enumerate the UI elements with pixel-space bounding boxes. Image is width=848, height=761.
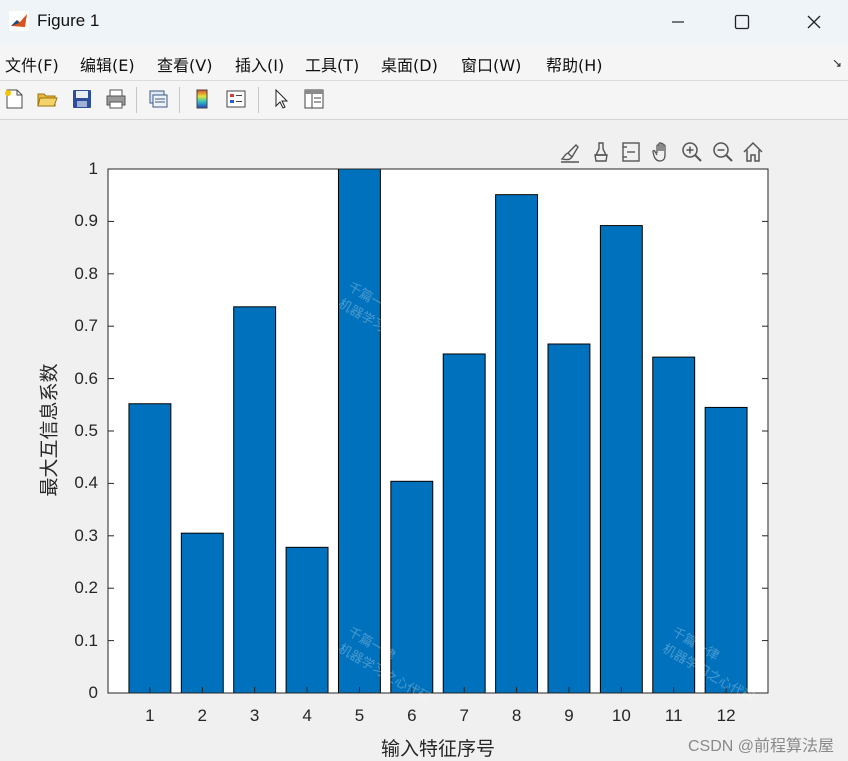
y-tick-label: 0.9 bbox=[74, 211, 98, 231]
x-tick-label: 10 bbox=[611, 706, 631, 725]
pan-icon bbox=[652, 142, 666, 162]
new-figure-button[interactable] bbox=[1, 86, 27, 112]
figure-toolbar bbox=[0, 81, 848, 120]
x-axis-label: 输入特征序号 bbox=[380, 738, 495, 760]
maximize-icon bbox=[734, 14, 750, 30]
toolbar-separator bbox=[258, 87, 259, 113]
watermark: 千篇一律 机器学习之心代码 bbox=[335, 280, 434, 362]
axes-box bbox=[107, 168, 769, 694]
zoom-out-icon bbox=[713, 142, 733, 162]
y-tick-label: 0.3 bbox=[74, 525, 98, 545]
menu-view[interactable]: 查看(V) bbox=[157, 52, 212, 76]
print-button[interactable] bbox=[103, 86, 129, 112]
link-plot-button[interactable] bbox=[145, 86, 171, 112]
bar-4 bbox=[285, 546, 329, 694]
colorbar-button[interactable] bbox=[189, 86, 215, 112]
menu-insert[interactable]: 插入(I) bbox=[235, 52, 284, 76]
property-inspector-icon bbox=[304, 89, 324, 109]
bar-3 bbox=[233, 306, 277, 694]
restore-view-button[interactable] bbox=[617, 138, 645, 166]
bar-1 bbox=[128, 403, 172, 694]
toolbar-separator bbox=[179, 87, 180, 113]
y-tick-label: 0.1 bbox=[74, 630, 98, 650]
open-file-icon bbox=[37, 93, 58, 107]
window-title: Figure 1 bbox=[37, 11, 100, 30]
credit-text: CSDN @前程算法屋 bbox=[687, 738, 834, 755]
y-axis-label: 最大互信息系数 bbox=[38, 363, 61, 497]
x-tick-label: 1 bbox=[145, 706, 155, 725]
new-figure-icon bbox=[5, 89, 23, 109]
colorbar-icon bbox=[196, 89, 208, 109]
toolbar-separator bbox=[136, 87, 137, 113]
save-icon bbox=[73, 90, 91, 108]
bar-7 bbox=[442, 353, 486, 694]
menu-tools[interactable]: 工具(T) bbox=[305, 52, 359, 76]
axis-ticks bbox=[108, 168, 768, 694]
bar-9 bbox=[547, 343, 591, 694]
minimize-icon bbox=[672, 21, 684, 23]
y-tick-label: 0 bbox=[88, 683, 98, 702]
pointer-icon bbox=[275, 88, 289, 109]
home-icon bbox=[743, 141, 763, 162]
matlab-logo-icon bbox=[9, 11, 29, 31]
data-cursor-icon bbox=[594, 142, 608, 162]
y-tick-label: 0.2 bbox=[74, 578, 98, 598]
close-icon bbox=[807, 15, 821, 29]
property-inspector-button[interactable] bbox=[301, 86, 327, 112]
x-tick-label: 7 bbox=[459, 706, 469, 725]
legend-button[interactable] bbox=[223, 86, 249, 112]
y-tick-label: 0.8 bbox=[74, 263, 98, 283]
x-tick-label: 5 bbox=[354, 706, 365, 725]
restore-view-icon bbox=[622, 142, 640, 162]
plot-area bbox=[108, 169, 768, 693]
open-file-button[interactable] bbox=[34, 86, 60, 112]
menu-desktop[interactable]: 桌面(D) bbox=[381, 52, 438, 76]
x-tick-label: 6 bbox=[407, 706, 417, 725]
x-tick-label: 2 bbox=[197, 706, 208, 725]
close-button[interactable] bbox=[786, 0, 842, 44]
maximize-button[interactable] bbox=[714, 0, 770, 44]
menu-window[interactable]: 窗口(W) bbox=[461, 52, 521, 76]
minimize-button[interactable] bbox=[650, 0, 706, 44]
bar-8 bbox=[495, 194, 539, 694]
watermark: 千篇一律 机器学习之心代码 bbox=[335, 625, 434, 707]
x-tick-label: 11 bbox=[664, 706, 683, 725]
pan-button[interactable] bbox=[648, 138, 676, 166]
menubar: 文件(F) 编辑(E) 查看(V) 插入(I) 工具(T) 桌面(D) 窗口(W… bbox=[0, 44, 848, 81]
menu-edit[interactable]: 编辑(E) bbox=[80, 52, 135, 76]
print-icon bbox=[106, 89, 126, 109]
watermark: 千篇一律 机器学习之心代码 bbox=[659, 280, 758, 362]
legend-icon bbox=[226, 90, 246, 108]
watermark: 千篇一律 机器学习之心代码 bbox=[659, 625, 758, 707]
menu-file[interactable]: 文件(F) bbox=[5, 52, 59, 76]
bar-10 bbox=[599, 225, 643, 694]
x-tick-label: 4 bbox=[302, 706, 312, 725]
x-tick-label: 3 bbox=[249, 706, 260, 725]
zoom-out-button[interactable] bbox=[709, 138, 737, 166]
bar-5 bbox=[337, 168, 381, 694]
data-cursor-button[interactable] bbox=[587, 138, 615, 166]
x-tick-label: 12 bbox=[716, 706, 736, 725]
zoom-in-button[interactable] bbox=[678, 138, 706, 166]
save-button[interactable] bbox=[69, 86, 95, 112]
link-plot-icon bbox=[149, 90, 168, 108]
brush-button[interactable] bbox=[556, 138, 584, 166]
menu-help[interactable]: 帮助(H) bbox=[546, 52, 603, 76]
zoom-in-icon bbox=[682, 142, 702, 162]
dock-arrow-icon[interactable]: ↘ bbox=[832, 56, 842, 70]
brush-icon bbox=[560, 144, 579, 163]
x-tick-label: 9 bbox=[564, 706, 574, 725]
window-titlebar: Figure 1 bbox=[0, 0, 848, 44]
bar-series bbox=[128, 168, 748, 694]
pointer-button[interactable] bbox=[268, 86, 294, 112]
y-tick-label: 1 bbox=[88, 159, 98, 178]
bar-2 bbox=[180, 532, 224, 694]
x-tick-label: 8 bbox=[511, 706, 522, 725]
home-button[interactable] bbox=[739, 138, 767, 166]
y-tick-label: 0.7 bbox=[74, 316, 98, 336]
